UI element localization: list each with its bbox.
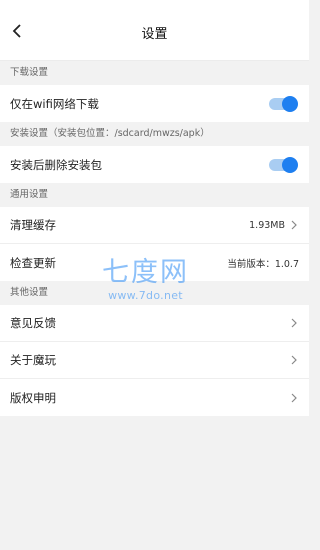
wifi-only-row[interactable]: 仅在wifi网络下载 bbox=[0, 85, 309, 122]
copyright-row[interactable]: 版权申明 bbox=[0, 379, 309, 416]
check-update-label: 检查更新 bbox=[10, 255, 56, 270]
version-value-wrap: 当前版本：1.0.7 bbox=[227, 256, 299, 270]
check-update-row[interactable]: 检查更新 当前版本：1.0.7 bbox=[0, 244, 309, 281]
chevron-right-icon bbox=[289, 355, 299, 365]
about-row[interactable]: 关于魔玩 bbox=[0, 342, 309, 379]
current-version-value: 当前版本：1.0.7 bbox=[227, 258, 299, 270]
wifi-only-toggle[interactable] bbox=[269, 95, 298, 112]
chevron-right-icon bbox=[289, 393, 299, 403]
toggle-knob bbox=[282, 156, 298, 173]
delete-after-install-row[interactable]: 安装后删除安装包 bbox=[0, 146, 309, 183]
delete-after-install-label: 安装后删除安装包 bbox=[10, 157, 102, 172]
delete-after-install-toggle[interactable] bbox=[269, 156, 298, 173]
section-label-install: 安装设置（安装包位置：/sdcard/mwzs/apk） bbox=[0, 122, 309, 146]
chevron-right-icon bbox=[289, 318, 299, 328]
about-label: 关于魔玩 bbox=[10, 353, 56, 367]
chevron-right-icon bbox=[289, 220, 299, 230]
toggle-knob bbox=[282, 95, 298, 112]
clear-cache-row[interactable]: 清理缓存 1.93MB bbox=[0, 207, 309, 244]
section-label-download: 下载设置 bbox=[0, 61, 309, 85]
app-header: 设置 bbox=[0, 0, 309, 61]
download-settings-group: 仅在wifi网络下载 bbox=[0, 85, 309, 122]
section-label-other: 其他设置 bbox=[0, 281, 309, 305]
section-label-general: 通用设置 bbox=[0, 183, 309, 207]
general-settings-group: 清理缓存 1.93MB 检查更新 当前版本：1.0.7 bbox=[0, 207, 309, 281]
feedback-label: 意见反馈 bbox=[10, 316, 56, 330]
cache-size-value: 1.93MB bbox=[249, 219, 285, 231]
clear-cache-label: 清理缓存 bbox=[10, 218, 56, 232]
feedback-row[interactable]: 意见反馈 bbox=[0, 305, 309, 342]
clear-cache-value-wrap: 1.93MB bbox=[249, 220, 299, 231]
install-settings-group: 安装后删除安装包 bbox=[0, 146, 309, 183]
copyright-label: 版权申明 bbox=[10, 390, 56, 405]
wifi-only-label: 仅在wifi网络下载 bbox=[10, 96, 99, 111]
page-title: 设置 bbox=[141, 27, 168, 42]
other-settings-group: 意见反馈 关于魔玩 版权申明 bbox=[0, 305, 309, 416]
